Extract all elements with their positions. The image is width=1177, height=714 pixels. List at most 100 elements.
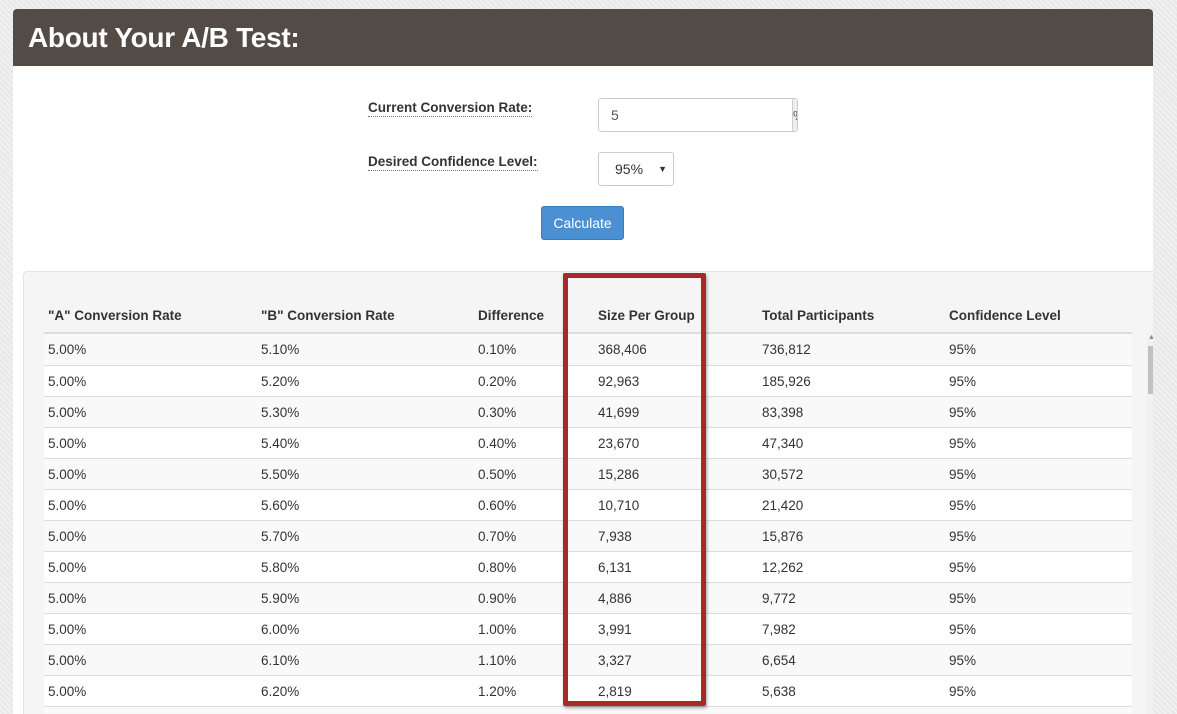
cell-difference: 0.70% — [478, 528, 517, 544]
cell-total-participants: 9,772 — [762, 590, 796, 606]
cell-difference: 0.60% — [478, 497, 517, 513]
cell-a-conversion-rate: 5.00% — [48, 435, 87, 451]
chevron-down-icon: ▼ — [658, 164, 667, 174]
cell-size-per-group: 15,286 — [598, 466, 640, 482]
cell-confidence-level: 95% — [949, 497, 977, 513]
cell-total-participants: 15,876 — [762, 528, 804, 544]
cell-confidence-level: 95% — [949, 683, 977, 699]
table-row: 5.00% 5.70% 0.70% 7,938 15,876 95% — [44, 520, 1132, 551]
cell-a-conversion-rate: 5.00% — [48, 559, 87, 575]
scrollbar-thumb[interactable] — [1148, 346, 1153, 394]
table-body: 5.00% 5.10% 0.10% 368,406 736,812 95% 5.00% 5.2… — [44, 334, 1132, 714]
cell-size-per-group: 2,819 — [598, 683, 632, 699]
cell-difference: 0.10% — [478, 342, 517, 357]
table-header-row: "A" Conversion Rate "B" Conversion Rate … — [44, 284, 1132, 334]
cell-b-conversion-rate: 5.20% — [261, 373, 300, 389]
confidence-level-label: Desired Confidence Level: — [368, 154, 538, 171]
calculate-button[interactable]: Calculate — [541, 206, 624, 240]
conversion-rate-input-group: % — [598, 98, 798, 132]
cell-b-conversion-rate: 5.90% — [261, 590, 300, 606]
cell-difference: 0.40% — [478, 435, 517, 451]
cell-size-per-group: 10,710 — [598, 497, 640, 513]
table-row: 5.00% 5.80% 0.80% 6,131 12,262 95% — [44, 551, 1132, 582]
table-row: 5.00%6.30%1.30%2,4224,84495% — [44, 706, 1132, 714]
cell-confidence-level: 95% — [949, 435, 977, 451]
cell-total-participants: 83,398 — [762, 404, 804, 420]
cell-b-conversion-rate: 6.00% — [261, 621, 300, 637]
cell-difference: 0.30% — [478, 404, 517, 420]
cell-confidence-level: 95% — [949, 342, 977, 357]
header-size-per-group: Size Per Group — [598, 308, 695, 323]
cell-difference: 0.50% — [478, 466, 517, 482]
table-row: 5.00% 6.20% 1.20% 2,819 5,638 95% — [44, 675, 1132, 706]
cell-a-conversion-rate: 5.00% — [48, 528, 87, 544]
cell-confidence-level: 95% — [949, 652, 977, 668]
cell-difference: 0.90% — [478, 590, 517, 606]
cell-difference: 0.20% — [478, 373, 517, 389]
cell-confidence-level: 95% — [949, 528, 977, 544]
cell-a-conversion-rate: 5.00% — [48, 590, 87, 606]
table-row: 5.00% 5.20% 0.20% 92,963 185,926 95% — [44, 365, 1132, 396]
cell-size-per-group: 4,886 — [598, 590, 632, 606]
cell-b-conversion-rate: 5.60% — [261, 497, 300, 513]
cell-confidence-level: 95% — [949, 466, 977, 482]
cell-a-conversion-rate: 5.00% — [48, 497, 87, 513]
conversion-rate-input[interactable] — [599, 99, 792, 131]
table-row: 5.00% 6.00% 1.00% 3,991 7,982 95% — [44, 613, 1132, 644]
cell-total-participants: 185,926 — [762, 373, 811, 389]
cell-total-participants: 21,420 — [762, 497, 804, 513]
header-a-conversion-rate: "A" Conversion Rate — [48, 308, 182, 323]
header-confidence-level: Confidence Level — [949, 308, 1061, 323]
cell-total-participants: 736,812 — [762, 342, 811, 357]
header-total-participants: Total Participants — [762, 308, 875, 323]
ab-test-panel: About Your A/B Test: Current Conversion … — [13, 9, 1153, 714]
cell-size-per-group: 368,406 — [598, 342, 647, 357]
cell-a-conversion-rate: 5.00% — [48, 466, 87, 482]
cell-confidence-level: 95% — [949, 559, 977, 575]
cell-b-conversion-rate: 6.10% — [261, 652, 300, 668]
cell-size-per-group: 92,963 — [598, 373, 640, 389]
cell-total-participants: 6,654 — [762, 652, 796, 668]
cell-size-per-group: 41,699 — [598, 404, 640, 420]
cell-b-conversion-rate: 5.50% — [261, 466, 300, 482]
cell-b-conversion-rate: 5.10% — [261, 342, 300, 357]
cell-b-conversion-rate: 6.20% — [261, 683, 300, 699]
header-b-conversion-rate: "B" Conversion Rate — [261, 308, 395, 323]
cell-total-participants: 7,982 — [762, 621, 796, 637]
conversion-rate-label: Current Conversion Rate: — [368, 100, 533, 117]
table-scrollbar[interactable]: ▲ — [1147, 334, 1153, 714]
cell-b-conversion-rate: 5.80% — [261, 559, 300, 575]
cell-total-participants: 30,572 — [762, 466, 804, 482]
cell-b-conversion-rate: 5.30% — [261, 404, 300, 420]
cell-size-per-group: 6,131 — [598, 559, 632, 575]
cell-b-conversion-rate: 5.40% — [261, 435, 300, 451]
cell-size-per-group: 3,991 — [598, 621, 632, 637]
table-row: 5.00% 5.30% 0.30% 41,699 83,398 95% — [44, 396, 1132, 427]
cell-difference: 1.00% — [478, 621, 517, 637]
table-row: 5.00% 5.50% 0.50% 15,286 30,572 95% — [44, 458, 1132, 489]
results-table: "A" Conversion Rate "B" Conversion Rate … — [44, 284, 1132, 714]
cell-total-participants: 12,262 — [762, 559, 804, 575]
cell-size-per-group: 23,670 — [598, 435, 640, 451]
cell-confidence-level: 95% — [949, 590, 977, 606]
cell-b-conversion-rate: 5.70% — [261, 528, 300, 544]
table-row: 5.00% 5.10% 0.10% 368,406 736,812 95% — [44, 334, 1132, 365]
cell-difference: 0.80% — [478, 559, 517, 575]
confidence-level-value: 95% — [615, 161, 644, 177]
table-row: 5.00% 5.40% 0.40% 23,670 47,340 95% — [44, 427, 1132, 458]
cell-difference: 1.20% — [478, 683, 517, 699]
cell-confidence-level: 95% — [949, 373, 977, 389]
cell-difference: 1.10% — [478, 652, 517, 668]
cell-a-conversion-rate: 5.00% — [48, 404, 87, 420]
cell-total-participants: 5,638 — [762, 683, 796, 699]
table-row: 5.00% 6.10% 1.10% 3,327 6,654 95% — [44, 644, 1132, 675]
confidence-level-select[interactable]: 95% ▼ — [598, 152, 674, 186]
cell-a-conversion-rate: 5.00% — [48, 652, 87, 668]
cell-size-per-group: 7,938 — [598, 528, 632, 544]
table-row: 5.00% 5.60% 0.60% 10,710 21,420 95% — [44, 489, 1132, 520]
panel-title: About Your A/B Test: — [28, 21, 300, 53]
percent-addon: % — [792, 99, 797, 131]
header-difference: Difference — [478, 308, 545, 323]
cell-confidence-level: 95% — [949, 621, 977, 637]
scroll-up-arrow-icon[interactable]: ▲ — [1148, 334, 1153, 341]
